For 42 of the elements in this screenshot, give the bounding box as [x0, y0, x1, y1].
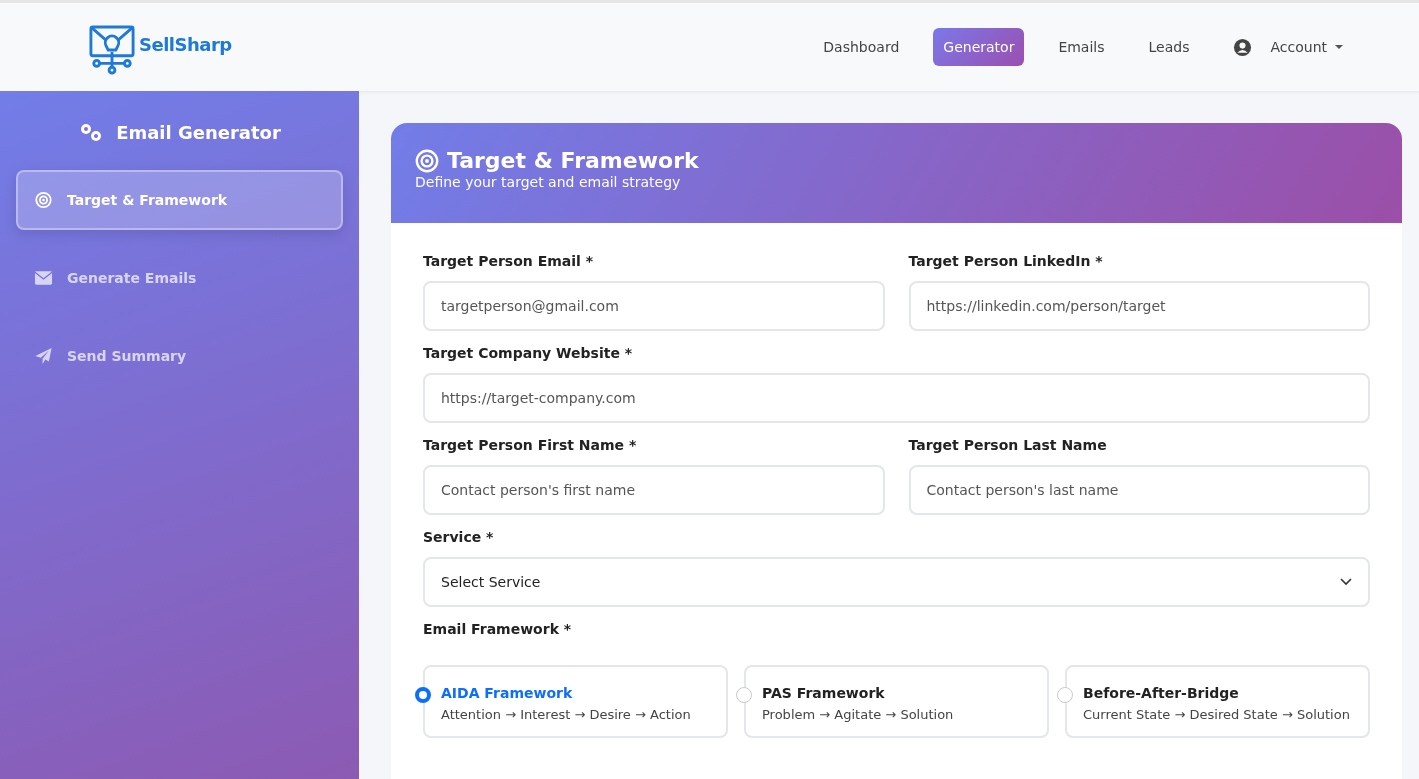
caret-icon [1335, 44, 1343, 50]
field-label: Service * [423, 529, 495, 545]
framework-description: Problem → Agitate → Solution [762, 707, 955, 722]
envelope-icon [34, 269, 53, 287]
input-field[interactable]: targetperson@gmail.com [423, 281, 885, 331]
target-icon [34, 191, 53, 209]
input-field[interactable]: https://linkedin.com/person/target [908, 281, 1370, 331]
field-label: Target Person Last Name [908, 437, 1108, 453]
chevron-down-icon [1340, 578, 1352, 586]
account-dropdown[interactable]: Account [1270, 39, 1343, 55]
framework-option[interactable]: AIDA Framework Attention → Interest → Desire → Action [423, 665, 728, 738]
nav-link[interactable]: Emails [1048, 28, 1115, 66]
field-label: Target Company Website * [423, 345, 634, 361]
field-label: Target Person LinkedIn * [908, 253, 1104, 269]
sidebar-title: Email Generator [116, 121, 281, 143]
radio-button[interactable] [415, 687, 431, 703]
framework-title: AIDA Framework [441, 685, 574, 701]
nav-link[interactable]: Generator [933, 28, 1025, 66]
user-icon [1233, 37, 1253, 57]
input-field[interactable]: Contact person's last name [908, 465, 1370, 515]
brand-name[interactable]: SellSharp [139, 33, 232, 55]
nav-link[interactable]: Dashboard [813, 28, 910, 66]
nav-link[interactable]: Leads [1138, 28, 1200, 66]
select-dropdown[interactable]: Select Service [423, 557, 1370, 607]
radio-button[interactable] [1057, 687, 1073, 703]
field-label: Target Person Email * [423, 253, 595, 269]
field-label: Email Framework * [423, 621, 573, 637]
framework-title: PAS Framework [762, 685, 886, 701]
field-label: Target Person First Name * [423, 437, 638, 453]
radio-button[interactable] [736, 687, 752, 703]
target-icon [415, 148, 439, 173]
card-subtitle: Define your target and email strategy [415, 174, 682, 190]
framework-title: Before-After-Bridge [1083, 685, 1240, 701]
input-field[interactable]: Contact person's first name [423, 465, 885, 515]
framework-option[interactable]: Before-After-Bridge Current State → Desired State → Solution [1065, 665, 1370, 738]
paper-plane-icon [34, 347, 53, 365]
framework-option[interactable]: PAS Framework Problem → Agitate → Solution [744, 665, 1049, 738]
logo-icon [89, 25, 135, 75]
card-title: Target & Framework [447, 148, 699, 173]
framework-description: Current State → Desired State → Solution [1083, 707, 1351, 722]
input-field[interactable]: https://target-company.com [423, 373, 1370, 423]
framework-description: Attention → Interest → Desire → Action [441, 707, 692, 722]
